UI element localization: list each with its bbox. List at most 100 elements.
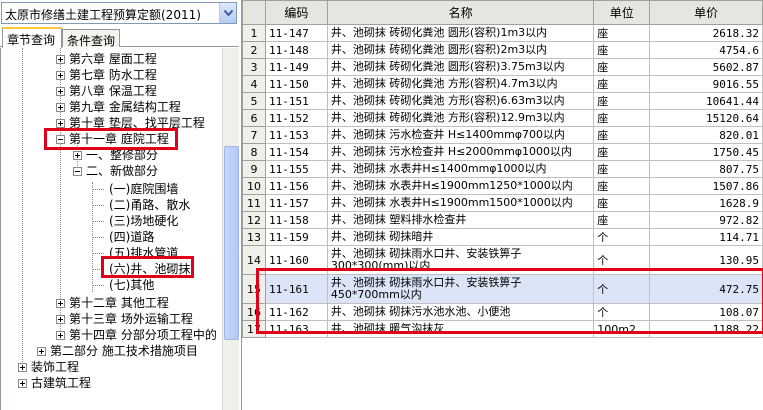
row-number[interactable]: 7 (242, 126, 266, 144)
row-number[interactable]: 8 (242, 143, 266, 161)
cell-price[interactable]: 130.95 (649, 245, 763, 275)
cell-code[interactable]: 11-161 (264, 274, 328, 304)
expand-toggle-icon[interactable] (56, 299, 65, 308)
tree-node-ch9[interactable]: 第九章 金属结构工程 (68, 100, 182, 115)
table-row[interactable]: 10 11-156 井、池砌抹 水表井H≤1900mm1250*1000以内座 150… (242, 177, 763, 195)
table-row[interactable]: 14 11-160 井、池砌抹 砌抹雨水口井、安装铁箅子 300*300(mm)以内… (242, 245, 763, 275)
cell-code[interactable]: 11-156 (264, 177, 328, 195)
cell-unit[interactable]: 个 (593, 245, 651, 275)
expand-toggle-icon[interactable] (56, 71, 65, 80)
cell-unit[interactable]: 座 (593, 24, 651, 42)
scroll-thumb[interactable] (224, 146, 239, 340)
row-number[interactable]: 15 (242, 274, 266, 304)
cell-code[interactable]: 11-154 (264, 143, 328, 161)
cell-price[interactable]: 114.71 (649, 228, 763, 246)
cell-code[interactable]: 11-149 (264, 58, 328, 76)
cell-name[interactable]: 井、池砌抹 砌抹雨水口井、安装铁箅子 450*700mm以内 (326, 274, 595, 304)
cell-price[interactable]: 108.07 (649, 303, 763, 321)
cell-unit[interactable]: 座 (593, 41, 651, 59)
table-row[interactable]: 6 11-152 井、池砌抹 砖砌化粪池 方形(容积)12.9m3以内座 15120.… (242, 109, 763, 127)
table-row[interactable]: 1 11-147 井、池砌抹 砖砌化粪池 圆形(容积)1m3以内座 2618.32 (242, 24, 763, 42)
cell-code[interactable]: 11-160 (264, 245, 328, 275)
tree-node-ch13[interactable]: 第十三章 场外运输工程 (68, 312, 194, 327)
tree-node-ch11[interactable]: 第十一章 庭院工程 (68, 132, 170, 147)
row-number[interactable]: 12 (242, 211, 266, 229)
tab-condition-query[interactable]: 条件查询 (62, 29, 120, 48)
tree-scrollbar[interactable] (222, 48, 239, 410)
table-row[interactable]: 13 11-159 井、池砌抹 砌抹暗井个 114.71 (242, 228, 763, 246)
dropdown-button[interactable] (219, 3, 236, 23)
cell-name[interactable]: 井、池砌抹 水表井H≤1900mm1500*1000以内 (326, 194, 595, 212)
cell-unit[interactable]: 座 (593, 194, 651, 212)
table-row[interactable]: 11 11-157 井、池砌抹 水表井H≤1900mm1500*1000以内座 162… (242, 194, 763, 212)
cell-unit[interactable]: 个 (593, 274, 651, 304)
row-number[interactable]: 4 (242, 75, 266, 93)
table-row[interactable]: 2 11-148 井、池砌抹 砖砌化粪池 圆形(容积)2m3以内座 4754.6 (242, 41, 763, 59)
cell-unit[interactable]: 座 (593, 92, 651, 110)
tree-node-new-section[interactable]: 二、新做部分 (85, 164, 159, 179)
cell-unit[interactable]: 座 (593, 75, 651, 93)
cell-unit[interactable]: 座 (593, 143, 651, 161)
tab-chapter-query[interactable]: 章节查询 (2, 27, 62, 48)
cell-code[interactable]: 11-153 (264, 126, 328, 144)
expand-toggle-icon[interactable] (73, 151, 82, 160)
row-number[interactable]: 9 (242, 160, 266, 178)
tree-node-ancient-building[interactable]: 古建筑工程 (30, 376, 92, 391)
expand-toggle-icon[interactable] (56, 87, 65, 96)
cell-price[interactable]: 807.75 (649, 160, 763, 178)
tree-node-paths[interactable]: (二)甬路、散水 (108, 198, 191, 213)
cell-name[interactable]: 井、池砌抹 砖砌化粪池 圆形(容积)1m3以内 (326, 24, 595, 42)
table-row[interactable]: 17 11-163 井、池砌抹 暖气沟抹灰 100m2 1188.22 (242, 320, 763, 338)
row-number[interactable]: 13 (242, 228, 266, 246)
tree-node-roads[interactable]: (四)道路 (108, 230, 155, 245)
cell-code[interactable]: 11-150 (264, 75, 328, 93)
cell-unit[interactable]: 座 (593, 126, 651, 144)
table-row[interactable]: 12 11-158 井、池砌抹 塑料排水检查井座 972.82 (242, 211, 763, 229)
cell-unit[interactable]: 座 (593, 58, 651, 76)
cell-code[interactable]: 11-147 (264, 24, 328, 42)
tree-node-ch12[interactable]: 第十二章 其他工程 (68, 296, 170, 311)
column-header-code[interactable]: 编码 (264, 0, 328, 25)
cell-price[interactable]: 1750.45 (649, 143, 763, 161)
column-header-name[interactable]: 名称 (326, 0, 595, 25)
cell-name[interactable]: 井、池砌抹 塑料排水检查井 (326, 211, 595, 229)
tree-node-wells-pools[interactable]: (六)井、池砌抹 (108, 262, 192, 277)
cell-price[interactable]: 4754.6 (649, 41, 763, 59)
cell-name[interactable]: 井、池砌抹 砖砌化粪池 方形(容积)4.7m3以内 (326, 75, 595, 93)
cell-code[interactable]: 11-159 (264, 228, 328, 246)
collapse-toggle-icon[interactable] (73, 167, 82, 176)
tree-node-other[interactable]: (七)其他 (108, 278, 155, 293)
cell-unit[interactable]: 个 (593, 303, 651, 321)
cell-price[interactable]: 2618.32 (649, 24, 763, 42)
cell-price[interactable]: 5602.87 (649, 58, 763, 76)
tree-node-site-hardening[interactable]: (三)场地硬化 (108, 214, 179, 229)
cell-code[interactable]: 11-162 (264, 303, 328, 321)
table-row[interactable]: 3 11-149 井、池砌抹 砖砌化粪池 圆形(容积)3.75m3以内座 5602.8… (242, 58, 763, 76)
cell-name[interactable]: 井、池砌抹 污水检查井 H≤2000mmφ1000以内 (326, 143, 595, 161)
collapse-toggle-icon[interactable] (56, 135, 65, 144)
row-number[interactable]: 1 (242, 24, 266, 42)
cell-unit[interactable]: 座 (593, 109, 651, 127)
row-number[interactable]: 17 (242, 320, 266, 338)
row-number[interactable]: 3 (242, 58, 266, 76)
cell-price[interactable]: 10641.44 (649, 92, 763, 110)
row-number[interactable]: 16 (242, 303, 266, 321)
cell-unit[interactable]: 100m2 (593, 320, 651, 338)
cell-code[interactable]: 11-163 (264, 320, 328, 338)
cell-unit[interactable]: 座 (593, 211, 651, 229)
tree-node-courtyard-wall[interactable]: (一)庭院围墙 (108, 182, 179, 197)
tree-node-ch6[interactable]: 第六章 屋面工程 (68, 52, 158, 67)
cell-price[interactable]: 9016.55 (649, 75, 763, 93)
row-number[interactable]: 14 (242, 245, 266, 275)
table-row[interactable]: 4 11-150 井、池砌抹 砖砌化粪池 方形(容积)4.7m3以内座 9016.55 (242, 75, 763, 93)
cell-name[interactable]: 井、池砌抹 砖砌化粪池 圆形(容积)2m3以内 (326, 41, 595, 59)
cell-code[interactable]: 11-158 (264, 211, 328, 229)
cell-price[interactable]: 15120.64 (649, 109, 763, 127)
cell-unit[interactable]: 座 (593, 177, 651, 195)
tree-node-ch14[interactable]: 第十四章 分部分项工程中的 (68, 328, 218, 343)
column-header-unit[interactable]: 单位 (593, 0, 651, 25)
table-row[interactable]: 5 11-151 井、池砌抹 砖砌化粪池 方形(容积)6.63m3以内座 10641.… (242, 92, 763, 110)
expand-toggle-icon[interactable] (56, 315, 65, 324)
tree-node-drain-pipes[interactable]: (五)排水管道 (108, 246, 179, 261)
cell-code[interactable]: 11-148 (264, 41, 328, 59)
